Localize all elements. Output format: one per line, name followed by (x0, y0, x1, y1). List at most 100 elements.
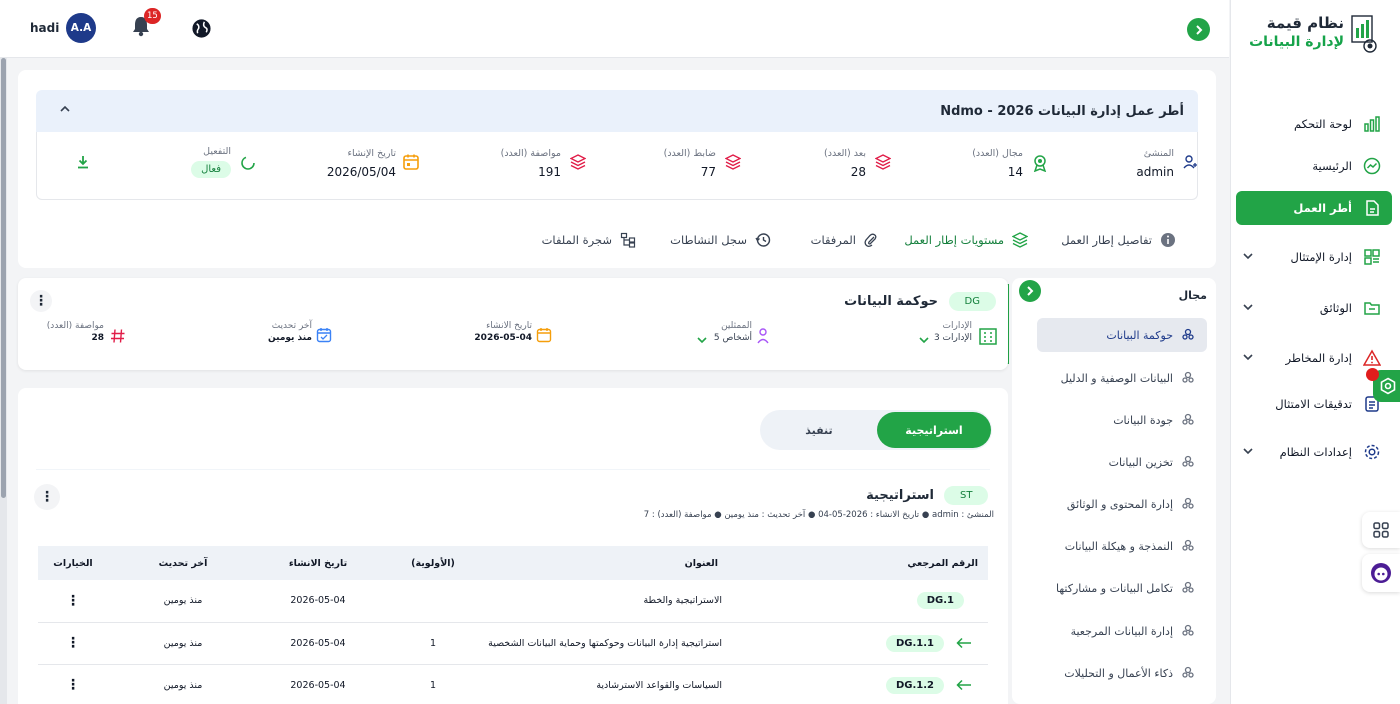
notification-count-badge: 15 (144, 8, 161, 24)
activation-status-badge: فعال (191, 161, 231, 178)
cell-created: 2026-05-04 (258, 664, 378, 704)
stat-label: مجال (العدد) (972, 148, 1023, 159)
chat-assistant-button[interactable] (1362, 554, 1400, 592)
chevron-down-icon[interactable] (918, 334, 930, 346)
domain-item[interactable]: تكامل البيانات و مشاركتها (1037, 571, 1207, 605)
apps-grid-button[interactable] (1362, 512, 1400, 548)
cell-updated: منذ يومين (108, 580, 258, 623)
framework-title: Ndmo - أطر عمل إدارة البيانات 2026 (940, 104, 1184, 119)
cell-title: السياسات والقواعد الاسترشادية (488, 664, 858, 704)
domain-item[interactable]: جودة البيانات (1037, 403, 1207, 437)
stat-specs: مواصفة (العدد) 28 (47, 321, 104, 343)
column-header-updated: آخر تحديث (108, 546, 258, 580)
strategy-meta: المنشئ : admin ● تاريخ الانشاء : 2026-05… (643, 510, 994, 520)
column-header-priority: (الأولوية) (378, 546, 488, 580)
stat-domains: مجال (العدد) 14 (972, 148, 1023, 179)
people-icon (1181, 455, 1195, 469)
page-scrollbar[interactable] (0, 58, 7, 704)
sidebar-item-dashboard[interactable]: لوحة التحكم (1236, 107, 1392, 141)
domain-label: تخزين البيانات (1108, 455, 1173, 469)
globe-icon[interactable] (191, 18, 212, 39)
table-row[interactable]: ⋮ منذ يومين 2026-05-04 1 السياسات والقوا… (38, 664, 988, 704)
domain-item[interactable]: البيانات الوصفية و الدليل (1037, 361, 1207, 395)
people-icon (1181, 413, 1195, 427)
chevron-down-icon[interactable] (1242, 351, 1254, 363)
domains-collapse-button[interactable] (1019, 280, 1041, 302)
avatar[interactable]: A.A (66, 13, 96, 43)
brand-logo[interactable]: نظام قيمة لإدارة البيانات (1238, 12, 1378, 58)
sidebar-item-audits[interactable]: تدقيقات الامتثال (1236, 387, 1392, 421)
people-icon (1181, 666, 1195, 680)
stat-value: منذ يومين (268, 333, 312, 343)
execution-toggle-button[interactable]: تنفيذ (762, 412, 876, 448)
specs-table: الخيارات آخر تحديث تاريخ الانشاء (الأولو… (38, 546, 988, 704)
ref-badge: DG.1 (916, 592, 964, 610)
sidebar-item-compliance[interactable]: إدارة الإمتثال (1236, 240, 1392, 274)
sidebar-item-label: إدارة الإمتثال (1290, 250, 1352, 264)
domain-options-button[interactable]: ⋮ (30, 290, 52, 312)
domain-item[interactable]: حوكمة البيانات (1037, 318, 1207, 352)
domain-item[interactable]: تخزين البيانات (1037, 445, 1207, 479)
stat-activation: التفعيل فعال (191, 146, 231, 178)
cell-priority (378, 580, 488, 623)
stat-creator: المنشئ admin (1136, 148, 1174, 179)
sidebar-item-home[interactable]: الرئيسية (1236, 149, 1392, 183)
sidebar-toggle-button[interactable] (1187, 18, 1210, 41)
stat-dimensions: بعد (العدد) 28 (824, 148, 866, 179)
chevron-down-icon[interactable] (1242, 301, 1254, 313)
domain-item[interactable]: النمذجة و هيكلة البيانات (1037, 529, 1207, 563)
arrow-left-icon[interactable] (956, 679, 972, 691)
chevron-down-icon[interactable] (1242, 445, 1254, 457)
row-options-button[interactable]: ⋮ (66, 677, 80, 693)
brand-line-2: لإدارة البيانات (1249, 34, 1344, 50)
domains-heading: مجال (1178, 289, 1207, 302)
paperclip-icon (864, 232, 878, 248)
column-header-created: تاريخ الانشاء (258, 546, 378, 580)
cell-title: الاستراتيجية والخطة (488, 580, 858, 623)
user-icon (756, 327, 772, 345)
sidebar-item-label: تدقيقات الامتثال (1275, 397, 1352, 411)
warning-icon (1362, 348, 1382, 368)
domain-label: البيانات الوصفية و الدليل (1060, 371, 1173, 385)
download-icon[interactable] (76, 155, 90, 169)
chevron-down-icon[interactable] (696, 334, 708, 346)
chevron-down-icon[interactable] (1242, 250, 1254, 262)
tab-framework-details[interactable]: تفاصيل إطار العمل (1061, 232, 1176, 248)
people-icon (1181, 539, 1195, 553)
trend-icon (1362, 156, 1382, 176)
collapse-chevron-up-icon[interactable] (58, 102, 72, 116)
stat-label: الممثلين (721, 321, 752, 331)
domain-item[interactable]: إدارة المحتوى و الوثائق (1037, 487, 1207, 521)
domain-item[interactable]: ذكاء الأعمال و التحليلات (1037, 656, 1207, 690)
domain-card: ⋮ DG حوكمة البيانات الإدارات 3 الإدارات … (18, 278, 1008, 370)
tab-attachments[interactable]: المرفقات (811, 232, 878, 248)
domain-label: ذكاء الأعمال و التحليلات (1064, 666, 1173, 680)
row-options-button[interactable]: ⋮ (66, 593, 80, 609)
row-options-button[interactable]: ⋮ (66, 635, 80, 651)
layers-icon (725, 154, 741, 170)
sidebar-item-frameworks[interactable]: أطر العمل (1236, 191, 1392, 225)
stat-label: بعد (العدد) (824, 148, 866, 159)
domain-item[interactable]: إدارة البيانات المرجعية (1037, 614, 1207, 648)
cell-updated: منذ يومين (108, 622, 258, 665)
tab-framework-levels[interactable]: مستويات إطار العمل (904, 232, 1028, 248)
tab-file-tree[interactable]: شجرة الملفات (542, 232, 636, 248)
strategy-options-button[interactable]: ⋮ (34, 484, 60, 510)
table-row[interactable]: ⋮ منذ يومين 2026-05-04 1 استراتيجية إدار… (38, 622, 988, 665)
framework-panel: Ndmo - أطر عمل إدارة البيانات 2026 المنش… (18, 70, 1216, 268)
divider (36, 469, 990, 470)
sidebar-item-documents[interactable]: الوثائق (1236, 291, 1392, 325)
strategy-toggle-button[interactable]: استراتيجية (877, 412, 991, 448)
cell-updated: منذ يومين (108, 664, 258, 704)
user-add-icon (1182, 154, 1198, 170)
arrow-left-icon[interactable] (956, 637, 972, 649)
stat-updated: آخر تحديث منذ يومين (268, 321, 312, 343)
tab-activity-log[interactable]: سجل النشاطات (670, 232, 771, 248)
stat-label: مواصفة (العدد) (500, 148, 561, 159)
people-icon (1181, 581, 1195, 595)
sidebar-item-settings[interactable]: إعدادات النظام (1236, 435, 1392, 469)
stat-label: آخر تحديث (271, 321, 312, 331)
stat-label: ضابط (العدد) (663, 148, 716, 159)
column-header-title: العنوان (488, 546, 858, 580)
table-row[interactable]: ⋮ منذ يومين 2026-05-04 الاستراتيجية والخ… (38, 580, 988, 623)
